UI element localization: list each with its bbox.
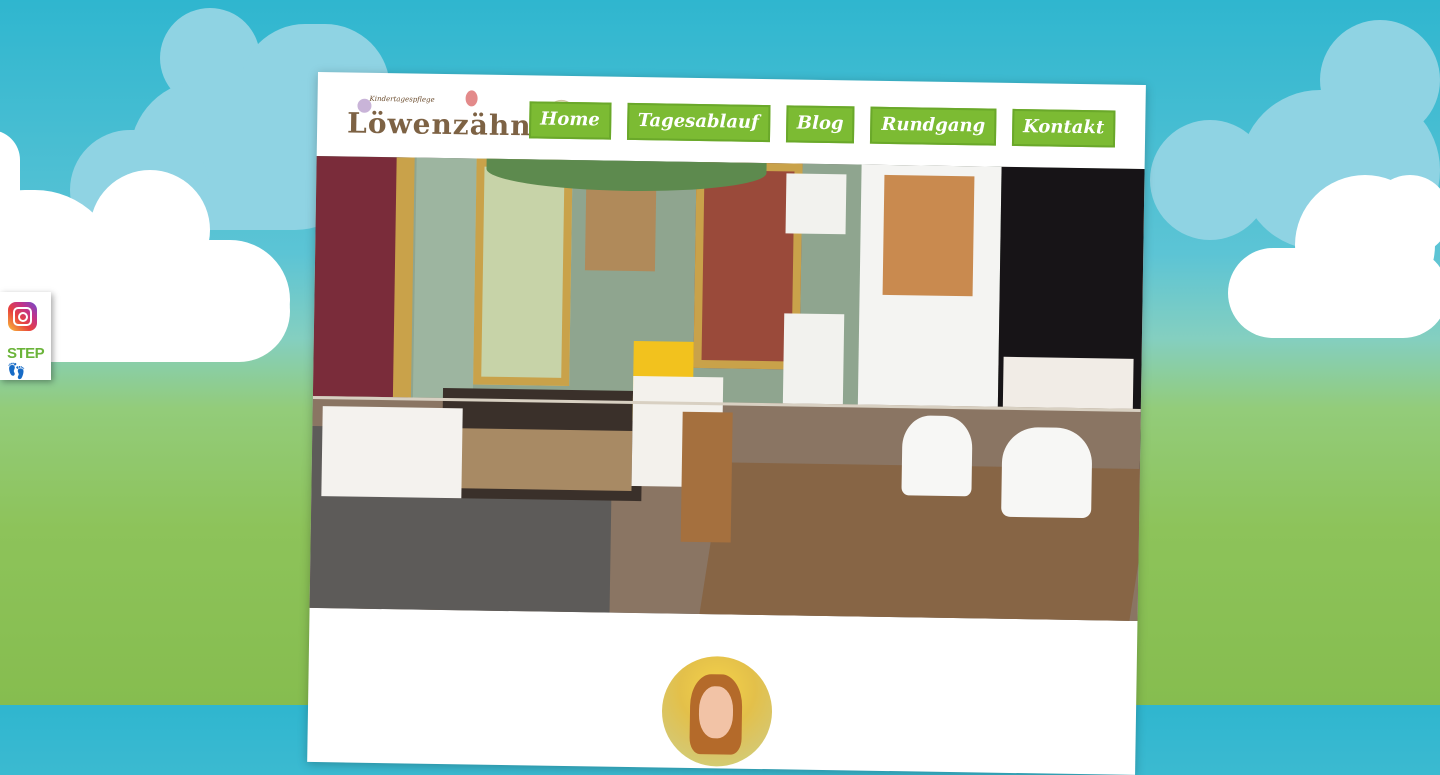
footprint-icon: 👣 (7, 363, 26, 380)
nav-home[interactable]: Home (528, 101, 612, 140)
instagram-icon[interactable] (8, 302, 37, 331)
main-nav: Home Tagesablauf Blog Rundgang Kontakt (528, 101, 1116, 148)
profile-photo (661, 655, 773, 768)
nav-blog[interactable]: Blog (785, 105, 855, 144)
logo-tagline: Kindertagespflege (369, 94, 435, 104)
nav-kontakt[interactable]: Kontakt (1011, 108, 1116, 148)
hero-photo (309, 155, 1145, 621)
nav-rundgang[interactable]: Rundgang (870, 106, 997, 146)
nav-tagesablauf[interactable]: Tagesablauf (626, 102, 771, 143)
main-card: Kindertagespflege Löwenzähnchen Home Tag… (307, 72, 1146, 775)
balloon-icon (465, 90, 478, 107)
social-sidebar: STEP👣 (0, 292, 51, 380)
step-logo[interactable]: STEP👣 (7, 345, 51, 380)
